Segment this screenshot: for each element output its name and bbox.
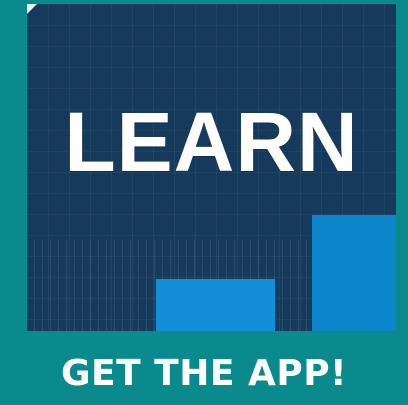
bar-chart-bar-medium <box>156 279 275 331</box>
learn-app-tile[interactable]: LEARN <box>27 4 396 331</box>
bar-chart-bar-tall <box>312 215 396 331</box>
get-the-app-link[interactable]: GET THE APP! <box>0 356 408 392</box>
tile-title: LEARN <box>64 95 359 189</box>
corner-fold-icon <box>27 4 37 14</box>
app-promo-page: LEARN GET THE APP! <box>0 0 408 405</box>
